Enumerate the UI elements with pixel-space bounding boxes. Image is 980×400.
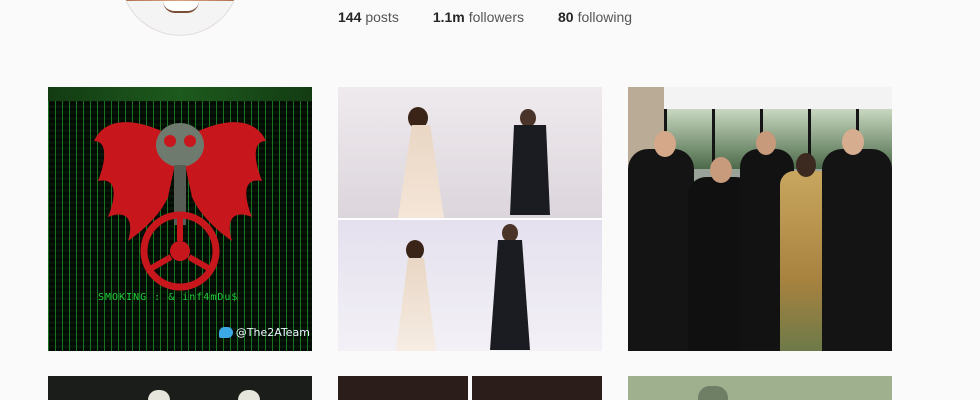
person-3-head [756,131,776,155]
following-count: 80 [558,9,574,25]
post-dance-collage[interactable] [338,87,602,351]
post-row2-1[interactable] [48,376,312,400]
person-1 [628,149,694,351]
posts-label: posts [365,9,399,25]
followers-count: 1.1m [432,9,465,25]
profile-page: 144 posts 1.1m followers 80 following SM… [0,0,980,400]
double-headed-eagle-biohazard-icon [94,122,266,291]
hack-overlay-text: SMOKING : & inf4mDu$ [98,292,239,303]
man-suit-2 [490,240,530,350]
twitter-bird-icon [218,327,233,338]
twitter-handle: @The2ATeam [235,326,310,339]
stat-followers[interactable]: 1.1m followers [433,9,524,25]
post-row2-2[interactable] [338,376,602,400]
following-label: following [577,9,633,25]
person-2-head [710,157,732,183]
post-row2-3[interactable] [628,376,892,400]
post-hacked-image[interactable]: SMOKING : & inf4mDu$ @The2ATeam [48,87,312,351]
person-5-head [842,129,864,155]
row2-1-highlight [148,390,170,400]
row2-2-divider [468,376,472,400]
post-group-photo[interactable] [628,87,892,351]
man-head [520,109,536,127]
followers-label: followers [468,9,524,25]
man-head-2 [502,224,518,242]
room-ceiling [628,87,892,109]
twitter-handle-tag: @The2ATeam [218,326,310,339]
profile-stats: 144 posts 1.1m followers 80 following [338,9,666,25]
person-1-head [654,131,676,157]
row2-1-highlight-2 [238,390,260,400]
person-4-head [796,153,816,177]
dance-photo-bottom [338,220,602,351]
person-5 [822,149,892,351]
stat-following[interactable]: 80 following [558,9,632,25]
stat-posts: 144 posts [338,9,399,25]
row2-3-tree [698,386,728,400]
woman-gown-2 [396,258,436,351]
matrix-top-band [48,87,312,101]
man-suit [510,125,550,215]
posts-count: 144 [338,9,362,25]
woman-gown [398,125,444,218]
woman-head-2 [406,240,424,260]
dance-photo-top [338,87,602,218]
profile-avatar[interactable] [120,0,240,36]
